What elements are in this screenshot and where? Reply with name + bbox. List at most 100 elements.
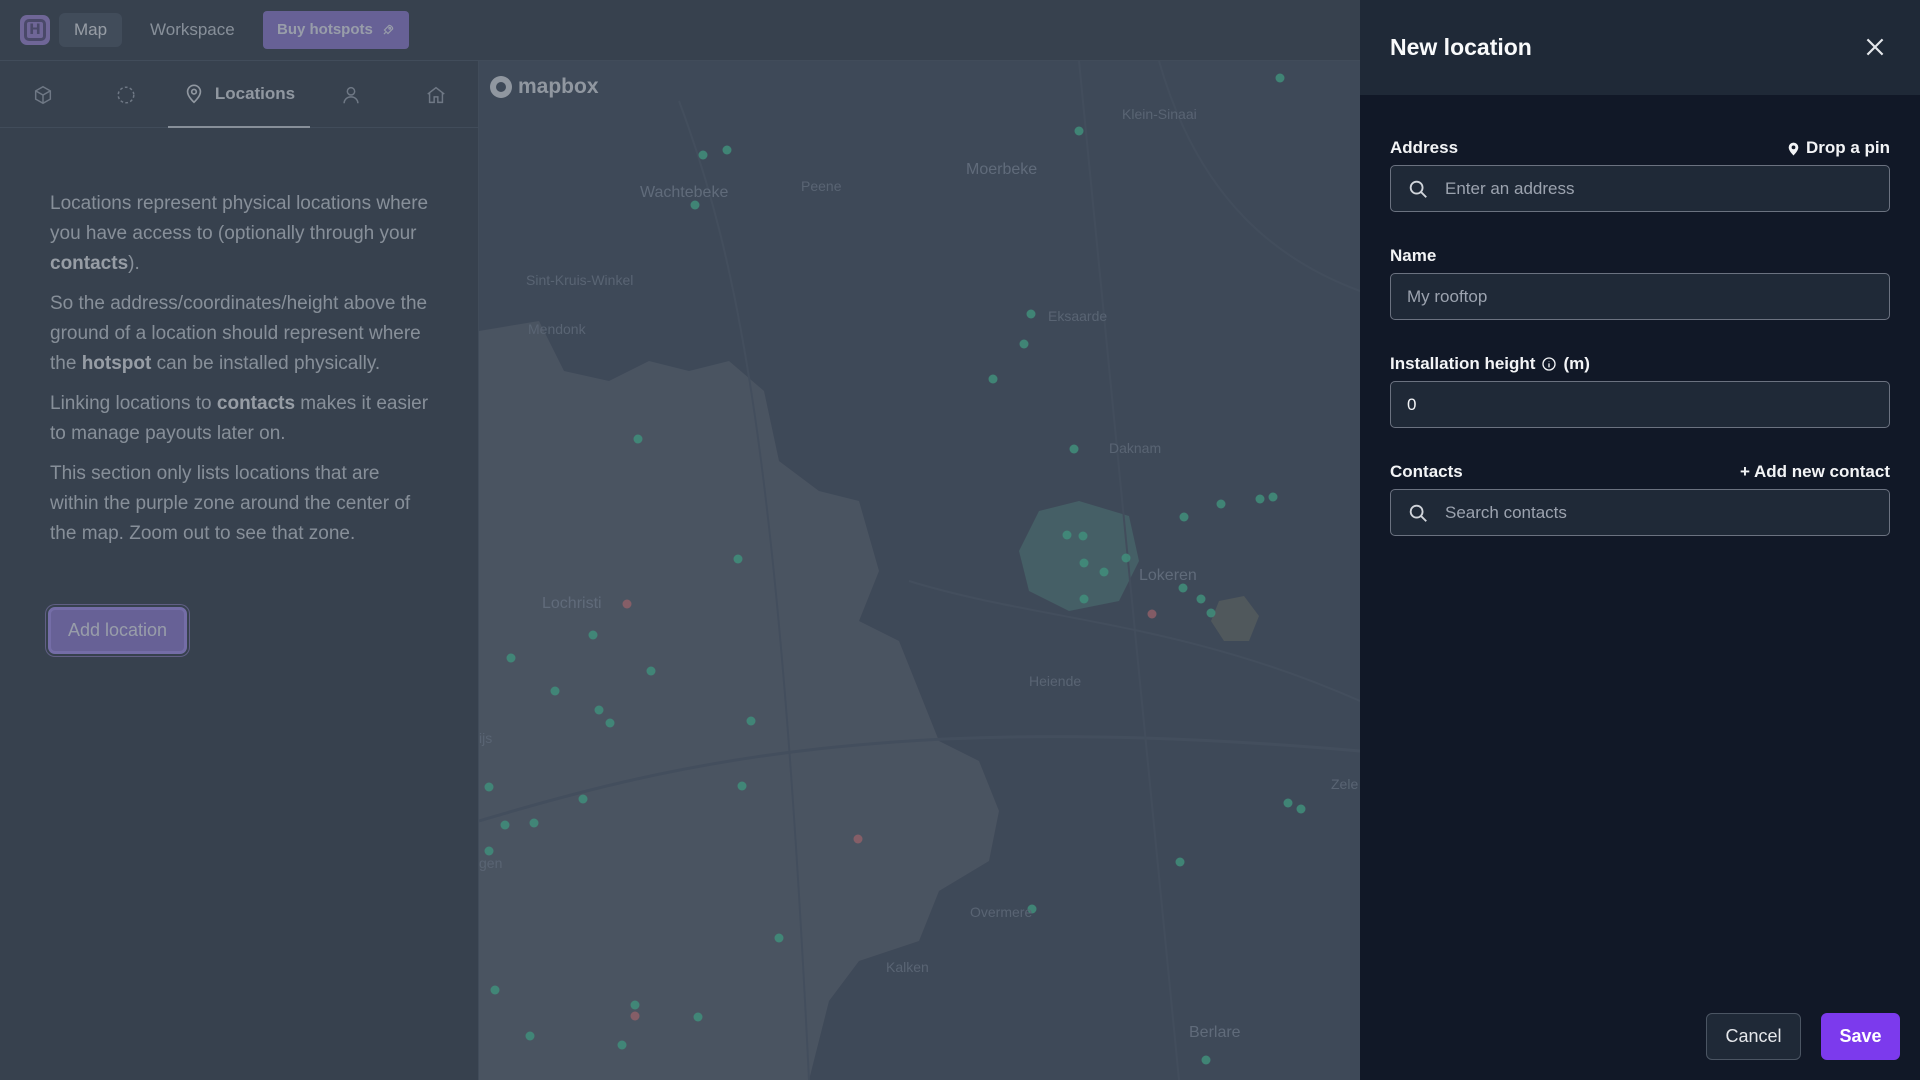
- user-icon: [343, 86, 359, 103]
- search-icon: [1409, 180, 1427, 198]
- search-icon: [1409, 504, 1427, 522]
- address-placeholder: Enter an address: [1445, 178, 1575, 198]
- add-location-button[interactable]: Add location: [48, 607, 188, 654]
- cancel-button[interactable]: Cancel: [1706, 1013, 1801, 1060]
- height-input[interactable]: 0: [1390, 381, 1890, 428]
- tab-zones[interactable]: [103, 61, 149, 128]
- map-label-overmere: Overmere: [970, 904, 1033, 920]
- mapbox-attribution[interactable]: mapbox: [490, 75, 599, 99]
- description-paragraph-2: So the address/coordinates/height above …: [50, 289, 430, 379]
- hotspot-dot: [1201, 1055, 1211, 1065]
- hotspot-dot: [646, 666, 656, 676]
- drop-pin-button[interactable]: Drop a pin: [1787, 138, 1890, 158]
- hotspot-dot: [1099, 567, 1109, 577]
- map-background: [479, 61, 1360, 1080]
- map-canvas[interactable]: mapbox Wachtebeke Moerbeke Peene Klein-S…: [479, 61, 1360, 1080]
- save-button[interactable]: Save: [1821, 1013, 1900, 1060]
- sidebar: Locations Locations represent physical l…: [0, 61, 479, 1080]
- hotspot-dot: [1275, 73, 1285, 83]
- hotspot-dot: [737, 781, 747, 791]
- hotspot-dot-offline: [622, 599, 632, 609]
- hotspot-dot: [490, 985, 500, 995]
- hotspot-dot: [1296, 804, 1306, 814]
- contacts-search-input[interactable]: Search contacts: [1390, 489, 1890, 536]
- tab-workspace-home[interactable]: [413, 61, 459, 128]
- dashed-circle-icon: [117, 85, 135, 104]
- locations-description: Locations represent physical locations w…: [50, 189, 430, 559]
- hotspot-dot: [1079, 558, 1089, 568]
- hotspot-dot: [484, 782, 494, 792]
- description-paragraph-3: Linking locations to contacts makes it e…: [50, 389, 430, 449]
- hotspot-dot: [633, 434, 643, 444]
- hotspot-dot: [1062, 530, 1072, 540]
- hotspot-dot: [588, 630, 598, 640]
- hotspot-dot: [578, 794, 588, 804]
- description-paragraph-1: Locations represent physical locations w…: [50, 189, 430, 279]
- hotspot-dot: [733, 554, 743, 564]
- map-label-mendonk: Mendonk: [528, 321, 586, 337]
- tab-hotspots[interactable]: [20, 61, 66, 128]
- hotspot-dot: [693, 1012, 703, 1022]
- map-label-kalken: Kalken: [886, 959, 929, 975]
- hotspot-dot: [1255, 494, 1265, 504]
- panel-title: New location: [1390, 34, 1532, 60]
- hotspot-dot-offline: [630, 1011, 640, 1021]
- map-label-lochristi: Lochristi: [542, 595, 602, 612]
- hotspot-dot: [1078, 531, 1088, 541]
- map-label-wachtebeke: Wachtebeke: [640, 184, 729, 201]
- coverage-zone-teal: [1019, 501, 1139, 611]
- tab-contacts[interactable]: [328, 61, 374, 128]
- hotspot-dot: [630, 1000, 640, 1010]
- info-icon[interactable]: [1541, 356, 1557, 372]
- description-paragraph-4: This section only lists locations that a…: [50, 463, 411, 544]
- hotspot-dot: [550, 686, 560, 696]
- rocket-icon: [383, 24, 394, 35]
- cube-icon: [34, 85, 52, 104]
- road-4: [908, 580, 1360, 702]
- buy-hotspots-button[interactable]: Buy hotspots: [263, 11, 409, 49]
- map-label-gen: gen: [479, 855, 503, 871]
- hotspot-dot: [617, 1040, 627, 1050]
- sidebar-tabs: Locations: [0, 61, 478, 128]
- nav-map[interactable]: Map: [59, 13, 123, 47]
- pin-icon: [1788, 142, 1799, 155]
- name-input[interactable]: My rooftop: [1390, 273, 1890, 320]
- road-5: [1158, 61, 1360, 292]
- map-pin-icon: [186, 83, 202, 103]
- close-icon[interactable]: [1862, 34, 1888, 60]
- tab-locations[interactable]: Locations: [168, 61, 310, 128]
- map-label-zele: Zele: [1331, 776, 1359, 792]
- hotspot-dot-offline: [853, 834, 863, 844]
- p1-text: Locations represent physical locations w…: [50, 193, 429, 244]
- p3-bold-contacts: contacts: [216, 393, 296, 414]
- address-input[interactable]: Enter an address: [1390, 165, 1890, 212]
- new-location-panel: New location Address Drop a pin Enter an…: [1360, 0, 1920, 1080]
- hotspot-dot: [1179, 512, 1189, 522]
- name-label: Name: [1390, 246, 1437, 265]
- app-logo[interactable]: H: [20, 15, 50, 45]
- nav-workspace[interactable]: Workspace: [150, 13, 235, 47]
- hotspot-dot: [605, 718, 615, 728]
- address-label: Address: [1390, 138, 1459, 157]
- hotspot-dot: [1019, 339, 1029, 349]
- p3-text: Linking locations to: [50, 393, 217, 414]
- app: H Map Workspace Buy hotspots Locations L…: [0, 0, 1920, 1080]
- hotspot-dot: [1268, 492, 1278, 502]
- coverage-zone-small: [1211, 596, 1259, 641]
- add-new-contact-button[interactable]: + Add new contact: [1740, 462, 1890, 482]
- height-label: Installation height: [1390, 354, 1536, 373]
- height-unit: (m): [1563, 354, 1590, 373]
- hotspot-dot: [1121, 553, 1131, 563]
- hotspot-dot: [1175, 857, 1185, 867]
- hotspot-dot: [500, 820, 510, 830]
- height-label-group: Installation height (m): [1390, 354, 1590, 374]
- hotspot-dot: [594, 705, 604, 715]
- map-label-peene: Peene: [801, 178, 842, 194]
- map-label-eksaarde: Eksaarde: [1048, 308, 1108, 324]
- hotspot-dot: [525, 1031, 535, 1041]
- map-label-berlare: Berlare: [1189, 1024, 1241, 1041]
- hotspot-dot: [746, 716, 756, 726]
- hotspot-dot: [1206, 608, 1216, 618]
- map-label-heiende: Heiende: [1029, 673, 1082, 689]
- height-value: 0: [1407, 394, 1417, 414]
